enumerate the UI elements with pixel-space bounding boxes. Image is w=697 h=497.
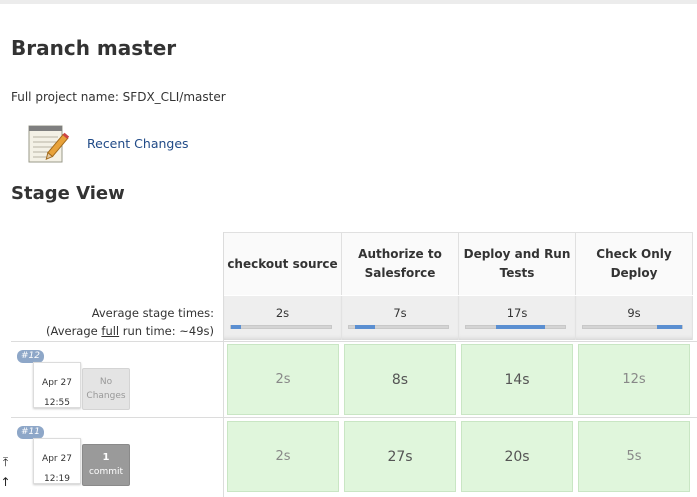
stage-average-time: 2s bbox=[275, 306, 290, 320]
stage-progress-fill bbox=[354, 325, 375, 329]
stage-average-time: 7s bbox=[393, 306, 407, 320]
stage-header: Check Only Deploy bbox=[576, 232, 693, 295]
arrow-up-icon[interactable]: ↑ bbox=[0, 472, 11, 492]
page-title: Branch master bbox=[11, 36, 177, 60]
stage-average: 7s bbox=[342, 296, 459, 340]
row-divider bbox=[11, 417, 697, 418]
stage-average-time: 9s bbox=[627, 306, 641, 320]
stage-progress-track bbox=[230, 325, 332, 329]
stage-progress-fill bbox=[231, 325, 241, 329]
stage-header: Authorize to Salesforce bbox=[342, 232, 459, 295]
stage-progress-fill bbox=[657, 325, 682, 329]
recent-changes-link[interactable]: Recent Changes bbox=[87, 136, 189, 151]
full-run-time-link[interactable]: full bbox=[101, 324, 119, 338]
stage-progress-fill bbox=[495, 325, 546, 329]
build-date: Apr 27 12:19 bbox=[33, 438, 81, 484]
stage-header: checkout source bbox=[224, 232, 342, 295]
stage-progress-track bbox=[582, 325, 683, 329]
full-project-name: Full project name: SFDX_CLI/master bbox=[11, 90, 226, 104]
scroll-buttons[interactable]: ⤒ ↑ bbox=[0, 452, 11, 497]
stage-cell[interactable]: 8s bbox=[344, 344, 456, 415]
stage-cell[interactable]: 5s bbox=[578, 421, 690, 492]
scroll-up-icon[interactable]: ⤒ bbox=[0, 452, 11, 472]
stage-cell[interactable]: 2s bbox=[227, 344, 339, 415]
stage-cell[interactable]: 20s bbox=[461, 421, 573, 492]
top-bar bbox=[0, 0, 697, 4]
average-stage-times-label: Average stage times: (Average full run t… bbox=[46, 306, 214, 338]
recent-changes[interactable]: Recent Changes bbox=[24, 120, 189, 166]
stage-cell[interactable]: 12s bbox=[578, 344, 690, 415]
stage-average-time: 17s bbox=[506, 306, 528, 320]
stage-view-title: Stage View bbox=[11, 183, 125, 204]
row-divider bbox=[11, 341, 697, 342]
notepad-icon bbox=[28, 125, 70, 163]
build-changes[interactable]: 1 commit bbox=[82, 444, 130, 486]
build-changes[interactable]: No Changes bbox=[82, 368, 130, 410]
stage-progress-track bbox=[465, 325, 566, 329]
stage-cell[interactable]: 2s bbox=[227, 421, 339, 492]
stage-average: 9s bbox=[576, 296, 693, 340]
stage-average: 2s bbox=[224, 296, 342, 340]
stage-cell[interactable]: 14s bbox=[461, 344, 573, 415]
stage-header: Deploy and Run Tests bbox=[459, 232, 576, 295]
build-date: Apr 27 12:55 bbox=[33, 362, 81, 408]
stage-cell[interactable]: 27s bbox=[344, 421, 456, 492]
stage-progress-track bbox=[348, 325, 449, 329]
stage-average: 17s bbox=[459, 296, 576, 340]
